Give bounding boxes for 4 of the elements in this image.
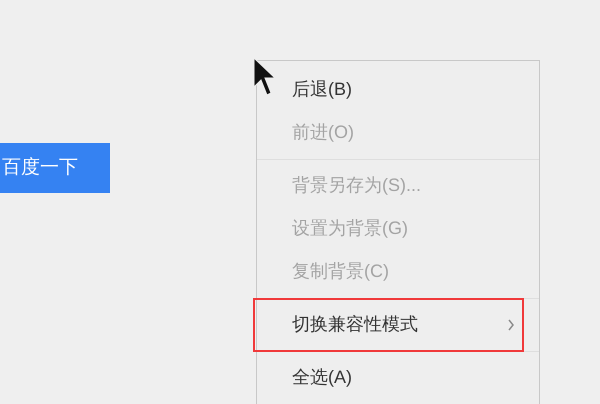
menu-item[interactable]: 切换兼容性模式 <box>257 303 539 346</box>
search-button[interactable]: 百度一下 <box>0 143 110 193</box>
menu-item[interactable]: 全选(A) <box>257 356 539 399</box>
menu-item[interactable]: 后退(B) <box>257 68 539 111</box>
